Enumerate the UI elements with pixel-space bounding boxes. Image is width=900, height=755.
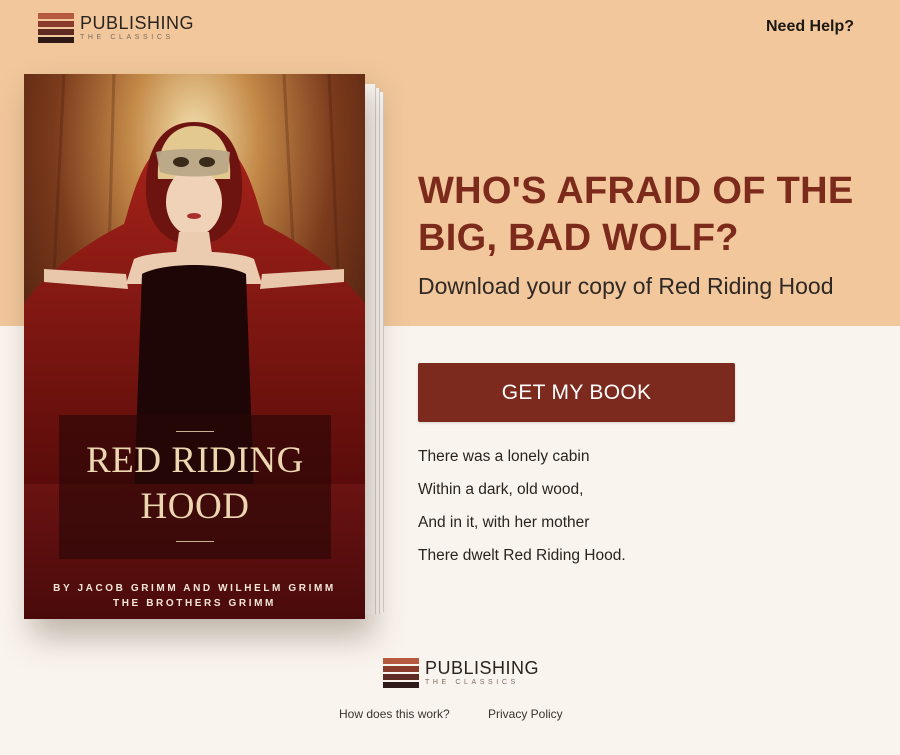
poem-line: There dwelt Red Riding Hood. [418, 547, 626, 564]
book-title-line1: RED RIDING [86, 440, 304, 481]
logo-wordmark: PUBLISHING [425, 658, 540, 678]
logo-stripes-icon [38, 13, 74, 43]
brand-logo[interactable]: PUBLISHING THE CLASSICS [38, 13, 194, 43]
logo-tagline: THE CLASSICS [425, 679, 519, 686]
how-does-this-work-link[interactable]: How does this work? [339, 707, 450, 721]
poem-excerpt: There was a lonely cabin Within a dark, … [418, 440, 838, 572]
poem-line: And in it, with her mother [418, 514, 590, 531]
footer-links: How does this work? Privacy Policy [0, 707, 900, 727]
book-authors-line2: THE BROTHERS GRIMM [113, 598, 276, 609]
poem-line: There was a lonely cabin [418, 448, 590, 465]
footer-brand-logo[interactable]: PUBLISHING THE CLASSICS [383, 658, 539, 688]
book-title-box: RED RIDING HOOD [59, 415, 331, 559]
book-authors-line1: BY JACOB GRIMM AND WILHELM GRIMM [53, 583, 336, 594]
privacy-policy-link[interactable]: Privacy Policy [488, 707, 563, 721]
hero-headline-line1: WHO'S AFRAID OF THE [418, 170, 854, 212]
book-cover: RED RIDING HOOD BY JACOB GRIMM AND WILHE… [24, 74, 365, 619]
logo-wordmark: PUBLISHING [80, 13, 195, 33]
hero-subheading: Download your copy of Red Riding Hood [418, 273, 834, 299]
need-help-link[interactable]: Need Help? [766, 18, 854, 36]
logo-stripes-icon [383, 658, 419, 688]
poem-line: Within a dark, old wood, [418, 481, 584, 498]
get-my-book-button[interactable]: GET MY BOOK [418, 363, 735, 422]
logo-tagline: THE CLASSICS [80, 34, 174, 41]
hero-headline: WHO'S AFRAID OF THE BIG, BAD WOLF? [418, 168, 878, 262]
book-title-line2: HOOD [140, 486, 250, 527]
hero-headline-line2: BIG, BAD WOLF? [418, 217, 739, 259]
